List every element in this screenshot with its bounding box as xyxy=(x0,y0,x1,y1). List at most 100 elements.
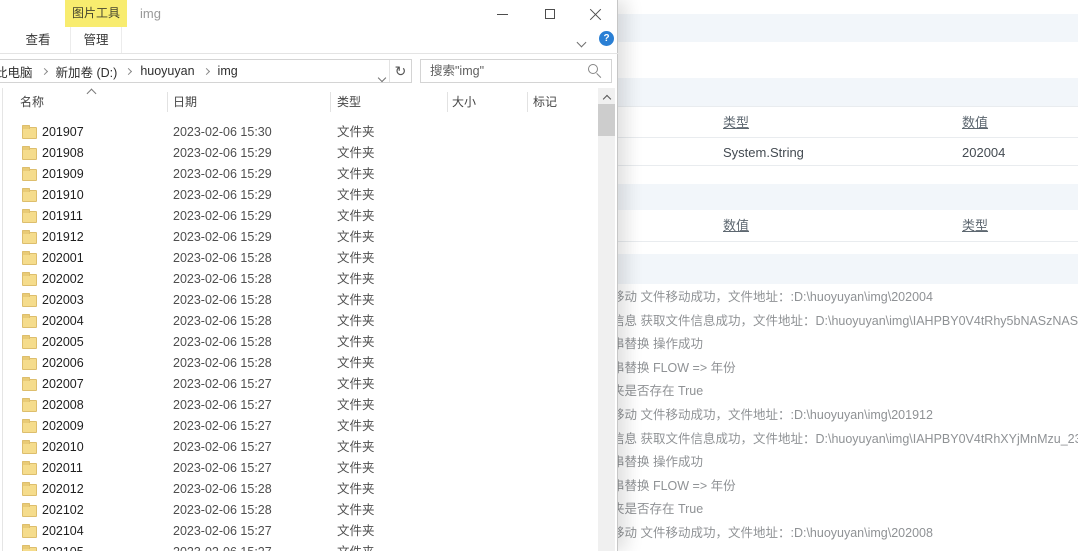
table-row[interactable]: 202105 2023-02-06 15:27 文件夹 xyxy=(8,542,598,551)
tab-view[interactable]: 查看 xyxy=(14,27,62,53)
table-row[interactable]: 202009 2023-02-06 15:27 文件夹 xyxy=(8,416,598,437)
vertical-scrollbar[interactable] xyxy=(598,88,615,551)
column-divider[interactable] xyxy=(167,92,168,112)
table-row[interactable]: 201907 2023-02-06 15:30 文件夹 xyxy=(8,122,598,143)
folder-type: 文件夹 xyxy=(337,377,375,391)
folder-name: 202009 xyxy=(42,419,84,433)
folder-type: 文件夹 xyxy=(337,293,375,307)
breadcrumb-label: 新加卷 (D:) xyxy=(55,65,118,80)
panel-band xyxy=(610,254,1078,284)
folder-name: 202010 xyxy=(42,440,84,454)
table-row[interactable]: 202006 2023-02-06 15:28 文件夹 xyxy=(8,353,598,374)
log-list: 移动 文件移动成功，文件地址：:D:\huoyuyan\img\202004 信… xyxy=(612,289,1078,549)
table-row[interactable]: 202002 2023-02-06 15:28 文件夹 xyxy=(8,269,598,290)
address-dropdown-button[interactable] xyxy=(377,68,387,86)
table-row[interactable]: 202010 2023-02-06 15:27 文件夹 xyxy=(8,437,598,458)
breadcrumb-item[interactable]: img xyxy=(218,64,238,78)
folder-date: 2023-02-06 15:29 xyxy=(173,230,272,244)
folder-icon xyxy=(22,209,37,223)
folder-icon xyxy=(22,440,37,454)
table-row[interactable]: 201912 2023-02-06 15:29 文件夹 xyxy=(8,227,598,248)
folder-date: 2023-02-06 15:27 xyxy=(173,461,272,475)
column-divider[interactable] xyxy=(447,92,448,112)
maximize-button[interactable] xyxy=(533,0,567,28)
folder-name: 202001 xyxy=(42,251,84,265)
table-row[interactable]: 202003 2023-02-06 15:28 文件夹 xyxy=(8,290,598,311)
folder-name: 201909 xyxy=(42,167,84,181)
address-bar[interactable]: 此电脑 新加卷 (D:) huoyuyan img ↻ xyxy=(0,59,412,83)
table2-header-type[interactable]: 类型 xyxy=(962,210,988,242)
folder-type: 文件夹 xyxy=(337,230,375,244)
variable-table-1-header: 类型 数值 xyxy=(610,106,1078,138)
pane-divider xyxy=(2,88,3,551)
log-line: 信息 获取文件信息成功，文件地址：D:\huoyuyan\img\IAHPBY0… xyxy=(612,431,1078,446)
table-row[interactable]: 202001 2023-02-06 15:28 文件夹 xyxy=(8,248,598,269)
folder-name: 201911 xyxy=(42,209,83,223)
folder-date: 2023-02-06 15:28 xyxy=(173,335,272,349)
scroll-up-button[interactable] xyxy=(598,90,615,105)
table-row[interactable]: 201909 2023-02-06 15:29 文件夹 xyxy=(8,164,598,185)
folder-date: 2023-02-06 15:28 xyxy=(173,356,272,370)
table-row[interactable]: 202004 2023-02-06 15:28 文件夹 xyxy=(8,311,598,332)
folder-type: 文件夹 xyxy=(337,314,375,328)
panel-band xyxy=(610,78,1078,106)
folder-icon xyxy=(22,419,37,433)
table-row[interactable]: 202104 2023-02-06 15:27 文件夹 xyxy=(8,521,598,542)
breadcrumb-item[interactable]: 此电脑 xyxy=(0,62,56,81)
search-input[interactable] xyxy=(421,60,589,82)
table-row[interactable]: 201911 2023-02-06 15:29 文件夹 xyxy=(8,206,598,227)
column-header-tags[interactable]: 标记 xyxy=(533,88,557,116)
table1-header-value[interactable]: 数值 xyxy=(962,107,988,139)
column-header-date[interactable]: 日期 xyxy=(173,88,197,116)
table1-header-type[interactable]: 类型 xyxy=(723,107,749,139)
column-header-name[interactable]: 名称 xyxy=(20,88,44,116)
close-button[interactable] xyxy=(578,0,612,28)
log-line: 移动 文件移动成功，文件地址：:D:\huoyuyan\img\202004 xyxy=(612,290,933,304)
folder-type: 文件夹 xyxy=(337,461,375,475)
column-header-type[interactable]: 类型 xyxy=(337,88,361,116)
column-header-size[interactable]: 大小 xyxy=(452,88,476,116)
search-box[interactable] xyxy=(420,59,612,83)
folder-icon xyxy=(22,146,37,160)
folder-icon xyxy=(22,356,37,370)
help-button[interactable]: ? xyxy=(599,31,614,46)
log-line: 串替换 操作成功 xyxy=(612,455,703,470)
table-row[interactable]: 202007 2023-02-06 15:27 文件夹 xyxy=(8,374,598,395)
background-app-window: 类型 数值 System.String 202004 数值 类型 移动 文件移动… xyxy=(610,0,1078,551)
table-row[interactable]: 202102 2023-02-06 15:28 文件夹 xyxy=(8,500,598,521)
table2-header-value[interactable]: 数值 xyxy=(723,210,749,242)
minimize-button[interactable] xyxy=(485,0,519,28)
column-divider[interactable] xyxy=(527,92,528,112)
scrollbar-thumb[interactable] xyxy=(598,104,615,136)
folder-name: 202007 xyxy=(42,377,84,391)
folder-date: 2023-02-06 15:29 xyxy=(173,146,272,160)
chevron-right-icon xyxy=(202,67,210,75)
folder-icon xyxy=(22,167,37,181)
picture-tools-context-tab[interactable]: 图片工具 xyxy=(65,0,127,27)
chevron-down-icon xyxy=(377,73,387,83)
folder-date: 2023-02-06 15:28 xyxy=(173,272,272,286)
folder-type: 文件夹 xyxy=(337,419,375,433)
folder-type: 文件夹 xyxy=(337,503,375,517)
folder-type: 文件夹 xyxy=(337,272,375,286)
table-row[interactable]: 202011 2023-02-06 15:27 文件夹 xyxy=(8,458,598,479)
table-row[interactable]: 202012 2023-02-06 15:28 文件夹 xyxy=(8,479,598,500)
table-row[interactable]: 201910 2023-02-06 15:29 文件夹 xyxy=(8,185,598,206)
folder-type: 文件夹 xyxy=(337,335,375,349)
ribbon-collapse-button[interactable] xyxy=(576,33,592,48)
table-row[interactable]: 202005 2023-02-06 15:28 文件夹 xyxy=(8,332,598,353)
folder-icon xyxy=(22,545,37,551)
breadcrumb-item[interactable]: 新加卷 (D:) xyxy=(56,62,141,81)
table1-cell-value: 202004 xyxy=(962,145,1006,160)
breadcrumb-item[interactable]: huoyuyan xyxy=(140,64,217,78)
column-divider[interactable] xyxy=(330,92,331,112)
refresh-button[interactable]: ↻ xyxy=(389,60,411,82)
log-line: 移动 文件移动成功，文件地址：:D:\huoyuyan\img\202008 xyxy=(612,525,933,540)
log-line: 夹是否存在 True xyxy=(612,502,704,517)
search-icon xyxy=(588,64,602,78)
table-row[interactable]: 202008 2023-02-06 15:27 文件夹 xyxy=(8,395,598,416)
variable-table-1-row[interactable]: System.String 202004 xyxy=(610,139,1078,166)
tab-manage[interactable]: 管理 xyxy=(70,27,122,53)
folder-date: 2023-02-06 15:29 xyxy=(173,188,272,202)
table-row[interactable]: 201908 2023-02-06 15:29 文件夹 xyxy=(8,143,598,164)
